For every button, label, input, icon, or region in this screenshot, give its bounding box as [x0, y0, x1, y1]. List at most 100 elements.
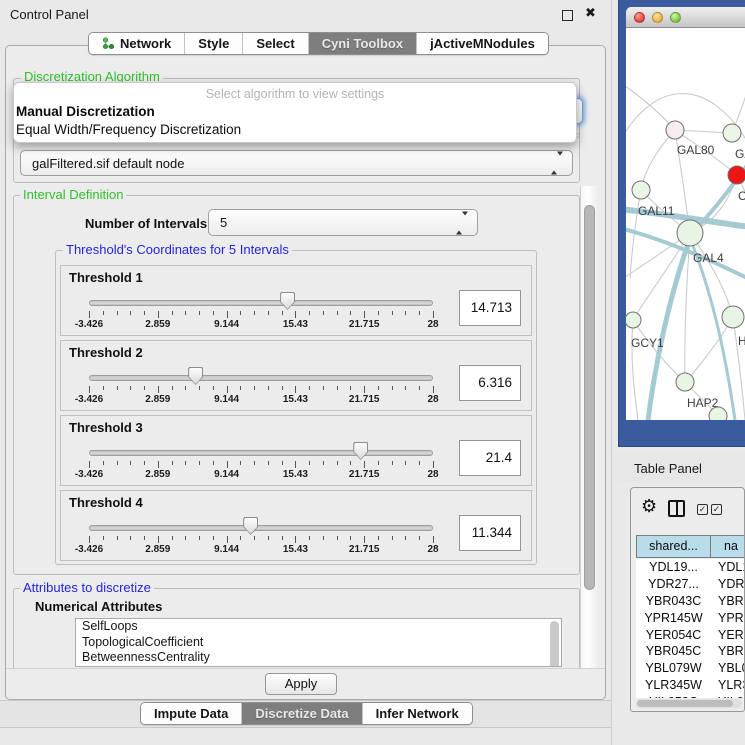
table-header-row[interactable]: shared...na [636, 535, 745, 558]
attribute-item[interactable]: BetweennessCentrality [76, 650, 561, 666]
algorithm-dropdown-popup: Select algorithm to view settings Manual… [13, 82, 577, 143]
network-canvas[interactable]: GAL80GACGAL11GAL4GCY1HHAP2 [626, 28, 745, 420]
table-rows[interactable]: YDL19...YDL1YDR27...YDR2YBR043CYBR0YPR14… [636, 559, 745, 698]
tick-label: -3.426 [75, 319, 103, 330]
table-row[interactable]: YER054CYER0 [636, 626, 745, 643]
threshold-row: Threshold 3-3.4262.8599.14415.4321.71528… [60, 415, 532, 486]
slider-tick [227, 386, 228, 393]
cell-shared-name: YBR045C [636, 644, 711, 658]
slider-tick [295, 386, 296, 393]
tab-style[interactable]: Style [185, 33, 243, 54]
tab-cyni-toolbox[interactable]: Cyni Toolbox [309, 33, 417, 54]
gear-icon[interactable]: ⚙ [641, 497, 657, 515]
threshold-value-field[interactable]: 11.344 [459, 515, 521, 551]
slider-tick [419, 386, 420, 390]
table-row[interactable]: YLR345WYLR3 [636, 677, 745, 694]
table-header-cell[interactable]: na [711, 536, 745, 557]
table-row[interactable]: YDL19...YDL1 [636, 559, 745, 576]
slider-tick [323, 536, 324, 540]
node-label: C [738, 189, 745, 203]
tab-infer-network[interactable]: Infer Network [363, 703, 472, 724]
slider-tick [295, 461, 296, 468]
network-node[interactable] [728, 166, 745, 184]
network-node[interactable] [723, 124, 741, 142]
slider-tick [213, 536, 214, 540]
table-row[interactable]: YBL079WYBL0 [636, 660, 745, 677]
slider-tick [240, 536, 241, 540]
table-header-cell[interactable]: shared... [636, 536, 711, 557]
slider-handle[interactable] [243, 517, 258, 535]
window-zoom-button[interactable] [670, 12, 681, 23]
slider-tick [172, 461, 173, 465]
cell-shared-name: YIL052C [636, 695, 711, 698]
slider-tick [158, 461, 159, 468]
tab-label: Discretize Data [255, 706, 348, 721]
slider-tick [199, 311, 200, 315]
cell-name: YER0 [711, 628, 745, 642]
table-hscroll-thumb[interactable] [637, 700, 733, 707]
slider-tick [323, 386, 324, 390]
table-row[interactable]: YBR045CYBR0 [636, 643, 745, 660]
slider-tick [89, 311, 90, 318]
slider-tick [144, 461, 145, 465]
table-row[interactable]: YBR043CYBR0 [636, 593, 745, 610]
cell-shared-name: YER054C [636, 628, 711, 642]
tab-select[interactable]: Select [243, 33, 308, 54]
slider-tick [337, 536, 338, 540]
checkbox-icon[interactable]: ✓ [711, 504, 722, 515]
network-node[interactable] [709, 407, 727, 420]
slider-tick [103, 311, 104, 315]
window-close-button[interactable] [634, 12, 645, 23]
tab-impute-data[interactable]: Impute Data [141, 703, 242, 724]
float-window-icon[interactable] [562, 10, 573, 21]
slider-handle[interactable] [280, 292, 295, 310]
slider-track[interactable] [89, 300, 433, 306]
slider-track[interactable] [89, 450, 433, 456]
num-intervals-combobox[interactable]: 5 [208, 209, 478, 236]
tab-jactivemnodules[interactable]: jActiveMNodules [417, 33, 548, 54]
slider-tick [378, 311, 379, 315]
network-node[interactable] [722, 306, 744, 328]
tick-label: 21.715 [349, 469, 380, 480]
network-node[interactable] [676, 373, 694, 391]
algorithm-option[interactable]: Equal Width/Frequency Discretization [14, 121, 576, 139]
attribute-item[interactable]: SelfLoops [76, 619, 561, 635]
interval-definition-title: Interval Definition [20, 188, 126, 202]
window-minimize-button[interactable] [652, 12, 663, 23]
threshold-value-field[interactable]: 6.316 [459, 365, 521, 401]
slider-track[interactable] [89, 525, 433, 531]
network-node[interactable] [677, 220, 703, 246]
close-icon[interactable]: ✖ [585, 5, 596, 21]
slider-tick [309, 536, 310, 540]
threshold-value-field[interactable]: 21.4 [459, 440, 521, 476]
tab-discretize-data[interactable]: Discretize Data [242, 703, 362, 724]
split-columns-icon[interactable] [668, 500, 685, 517]
slider-handle[interactable] [353, 442, 368, 460]
attribute-item[interactable]: TopologicalCoefficient [76, 635, 561, 651]
slider-track[interactable] [89, 375, 433, 381]
table-row[interactable]: YDR27...YDR2 [636, 576, 745, 593]
network-window-titlebar[interactable] [626, 7, 745, 28]
panel-scrollbar-thumb[interactable] [584, 205, 595, 590]
panel-scrollbar[interactable] [580, 186, 598, 696]
algorithm-option[interactable]: Manual Discretization [14, 103, 576, 121]
checkbox-icon[interactable]: ✓ [697, 504, 708, 515]
threshold-value-field[interactable]: 14.713 [459, 290, 521, 326]
top-tab-bar: NetworkStyleSelectCyni ToolboxjActiveMNo… [88, 32, 549, 55]
app-root: Control Panel ✖ NetworkStyleSelectCyni T… [0, 0, 745, 745]
apply-button[interactable]: Apply [265, 673, 337, 695]
table-row[interactable]: YPR145WYPR1 [636, 609, 745, 626]
network-node[interactable] [666, 121, 684, 139]
slider-tick [199, 461, 200, 465]
slider-tick [199, 536, 200, 540]
table-horizontal-scrollbar[interactable] [636, 699, 742, 708]
table-row[interactable]: YIL052CYIL0 [636, 693, 745, 698]
table-data-combobox[interactable]: galFiltered.sif default node [20, 150, 573, 176]
tab-network[interactable]: Network [89, 33, 185, 54]
numerical-attributes-list[interactable]: SelfLoopsTopologicalCoefficientBetweenne… [75, 618, 562, 667]
list-scrollbar[interactable] [550, 621, 559, 667]
network-node[interactable] [626, 312, 641, 328]
network-node[interactable] [632, 181, 650, 199]
slider-tick [392, 536, 393, 540]
slider-handle[interactable] [188, 367, 203, 385]
